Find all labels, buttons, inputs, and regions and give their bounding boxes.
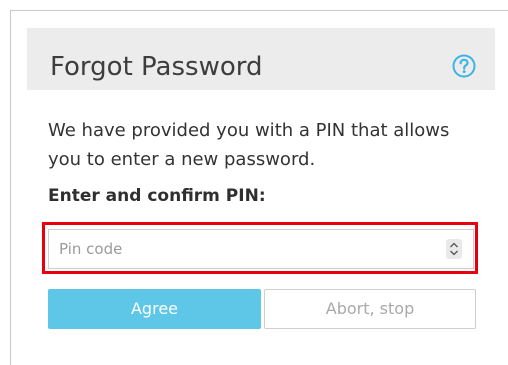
dialog-header: Forgot Password xyxy=(27,28,495,90)
pin-code-input[interactable] xyxy=(49,230,439,268)
abort-button[interactable]: Abort, stop xyxy=(264,289,476,329)
agree-button[interactable]: Agree xyxy=(48,289,261,329)
chevron-up-icon xyxy=(450,242,458,248)
pin-code-field[interactable] xyxy=(48,229,474,269)
dialog-title: Forgot Password xyxy=(50,52,263,82)
dialog-description: We have provided you with a PIN that all… xyxy=(48,120,450,170)
help-icon[interactable] xyxy=(452,54,476,78)
pin-label: Enter and confirm PIN: xyxy=(48,186,266,206)
chevron-down-icon xyxy=(450,250,458,256)
pin-stepper[interactable] xyxy=(446,239,462,259)
